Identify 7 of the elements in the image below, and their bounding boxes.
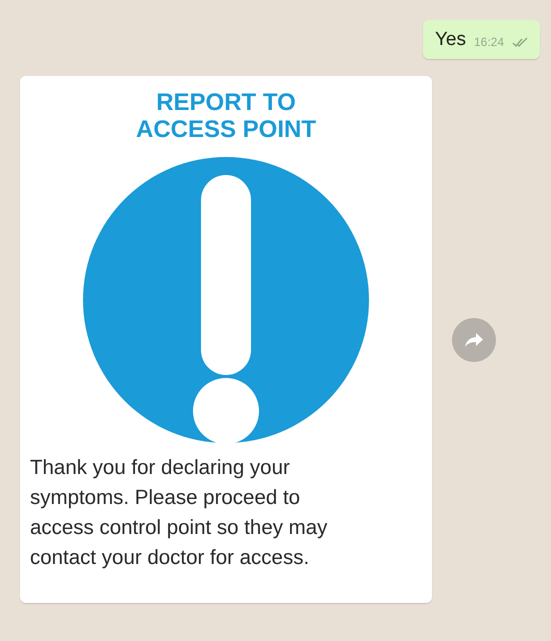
forward-icon	[464, 332, 484, 348]
message-time: 16:24	[474, 35, 504, 51]
message-text: Thank you for declaring your symptoms. Please proceed to access control point so they may contact your doctor for access.	[29, 455, 328, 571]
poster-heading: REPORT TO	[156, 89, 296, 116]
forward-button[interactable]	[452, 318, 496, 362]
poster-heading: ACCESS POINT	[136, 116, 316, 143]
message-text: Yes	[434, 29, 466, 51]
